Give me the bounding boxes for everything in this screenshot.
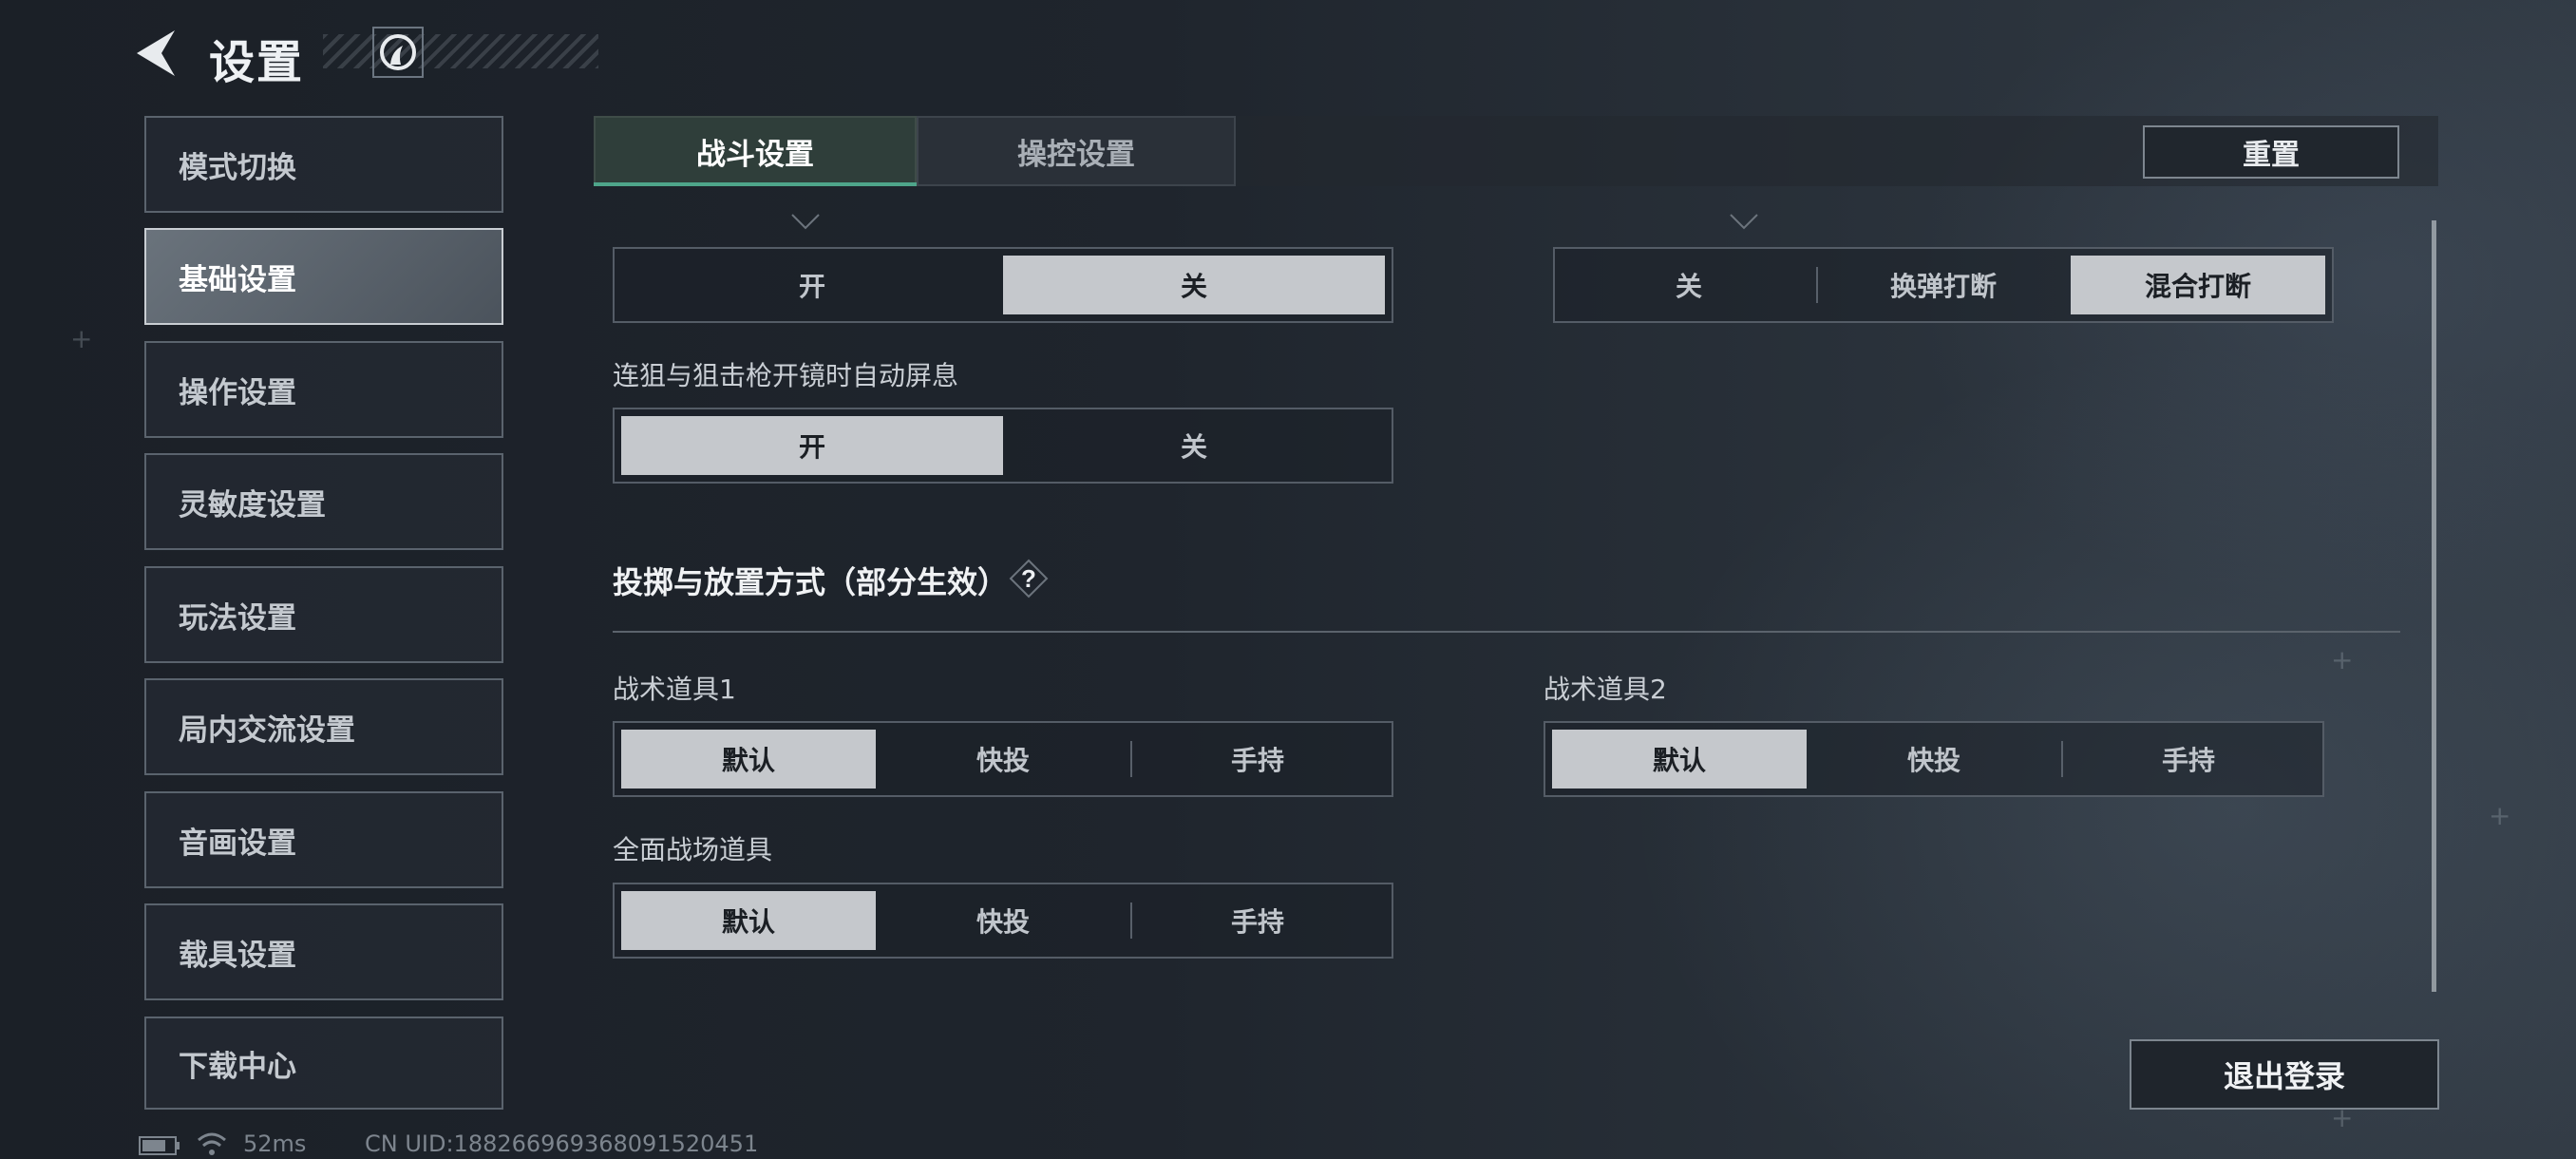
option-off[interactable]: 关 (1003, 416, 1385, 475)
section-divider (613, 631, 2400, 633)
user-uid: CN UID:1882669693680915​20451 (365, 1130, 759, 1157)
sidebar-item-label: 模式切换 (179, 150, 296, 185)
option-quick-throw[interactable]: 快投 (1807, 730, 2061, 788)
option-on[interactable]: 开 (621, 256, 1003, 314)
active-tab-indicator (594, 182, 917, 186)
tab-label: 操控设置 (1017, 137, 1135, 172)
crosshair-decoration: + (2331, 644, 2354, 675)
auto-hold-breath-label: 连狙与狙击枪开镜时自动屏息 (613, 360, 959, 391)
sidebar-item-label: 局内交流设置 (179, 712, 355, 748)
tactical-item-2-label: 战术道具2 (1544, 674, 1667, 705)
sidebar-item-sensitivity-settings[interactable]: 灵敏度设置 (144, 453, 503, 550)
tab-combat-settings[interactable]: 战斗设置 (594, 116, 917, 186)
sidebar-item-label: 音画设置 (179, 826, 296, 861)
crosshair-decoration: + (70, 323, 93, 354)
sidebar-item-label: 载具设置 (179, 938, 296, 973)
help-icon[interactable]: ? (1009, 559, 1049, 598)
sidebar-item-label: 基础设置 (179, 262, 296, 297)
ping-readout: 52ms (243, 1130, 307, 1157)
throw-section-title: 投掷与放置方式（部分生效） (613, 564, 1009, 600)
option-handheld[interactable]: 手持 (2061, 730, 2316, 788)
help-icon[interactable] (1727, 201, 1761, 234)
crosshair-decoration: + (2489, 800, 2511, 831)
option-on[interactable]: 开 (621, 416, 1003, 475)
scrollbar[interactable] (2432, 220, 2436, 992)
battlefield-item-selector[interactable]: 默认 快投 手持 (613, 883, 1393, 959)
logout-button[interactable]: 退出登录 (2130, 1039, 2439, 1110)
sidebar-item-audio-video-settings[interactable]: 音画设置 (144, 791, 503, 888)
option-off[interactable]: 关 (1562, 256, 1816, 314)
option-handheld[interactable]: 手持 (1130, 891, 1385, 950)
header-decoration (323, 34, 598, 68)
sidebar-item-label: 玩法设置 (179, 600, 296, 636)
option-default[interactable]: 默认 (1552, 730, 1807, 788)
tab-label: 战斗设置 (696, 137, 814, 172)
option-reload-interrupt[interactable]: 换弹打断 (1816, 256, 2071, 314)
partial-right-toggle[interactable]: 关 换弹打断 混合打断 (1553, 247, 2334, 323)
option-default[interactable]: 默认 (621, 730, 876, 788)
tactical-item-1-label: 战术道具1 (613, 674, 736, 705)
partial-left-toggle[interactable]: 开 关 (613, 247, 1393, 323)
option-handheld[interactable]: 手持 (1130, 730, 1385, 788)
sidebar-item-label: 下载中心 (179, 1049, 296, 1084)
svg-text:?: ? (1021, 564, 1036, 593)
auto-hold-breath-toggle[interactable]: 开 关 (613, 408, 1393, 484)
back-arrow-icon[interactable] (131, 27, 180, 80)
option-quick-throw[interactable]: 快投 (876, 891, 1130, 950)
sidebar-item-gameplay-settings[interactable]: 玩法设置 (144, 566, 503, 663)
sidebar-item-download-center[interactable]: 下载中心 (144, 1016, 503, 1110)
option-mixed-interrupt[interactable]: 混合打断 (2071, 256, 2325, 314)
sidebar-item-basic-settings[interactable]: 基础设置 (144, 228, 503, 325)
reset-button[interactable]: 重置 (2143, 125, 2399, 179)
help-icon[interactable] (788, 201, 823, 234)
battery-icon (139, 1136, 180, 1155)
tactical-item-2-selector[interactable]: 默认 快投 手持 (1544, 721, 2324, 797)
sidebar-item-mode-switch[interactable]: 模式切换 (144, 116, 503, 213)
wifi-icon (198, 1132, 226, 1155)
sidebar-item-communication-settings[interactable]: 局内交流设置 (144, 678, 503, 775)
sidebar-item-label: 灵敏度设置 (179, 487, 326, 522)
option-off[interactable]: 关 (1003, 256, 1385, 314)
option-quick-throw[interactable]: 快投 (876, 730, 1130, 788)
sidebar-item-operation-settings[interactable]: 操作设置 (144, 341, 503, 438)
page-title: 设置 (209, 36, 305, 89)
battlefield-item-label: 全面战场道具 (613, 834, 773, 865)
tactical-item-1-selector[interactable]: 默认 快投 手持 (613, 721, 1393, 797)
sidebar-item-label: 操作设置 (179, 375, 296, 410)
sidebar-item-vehicle-settings[interactable]: 载具设置 (144, 903, 503, 1000)
profile-icon[interactable] (372, 27, 424, 78)
tab-control-settings[interactable]: 操控设置 (917, 116, 1236, 186)
option-default[interactable]: 默认 (621, 891, 876, 950)
